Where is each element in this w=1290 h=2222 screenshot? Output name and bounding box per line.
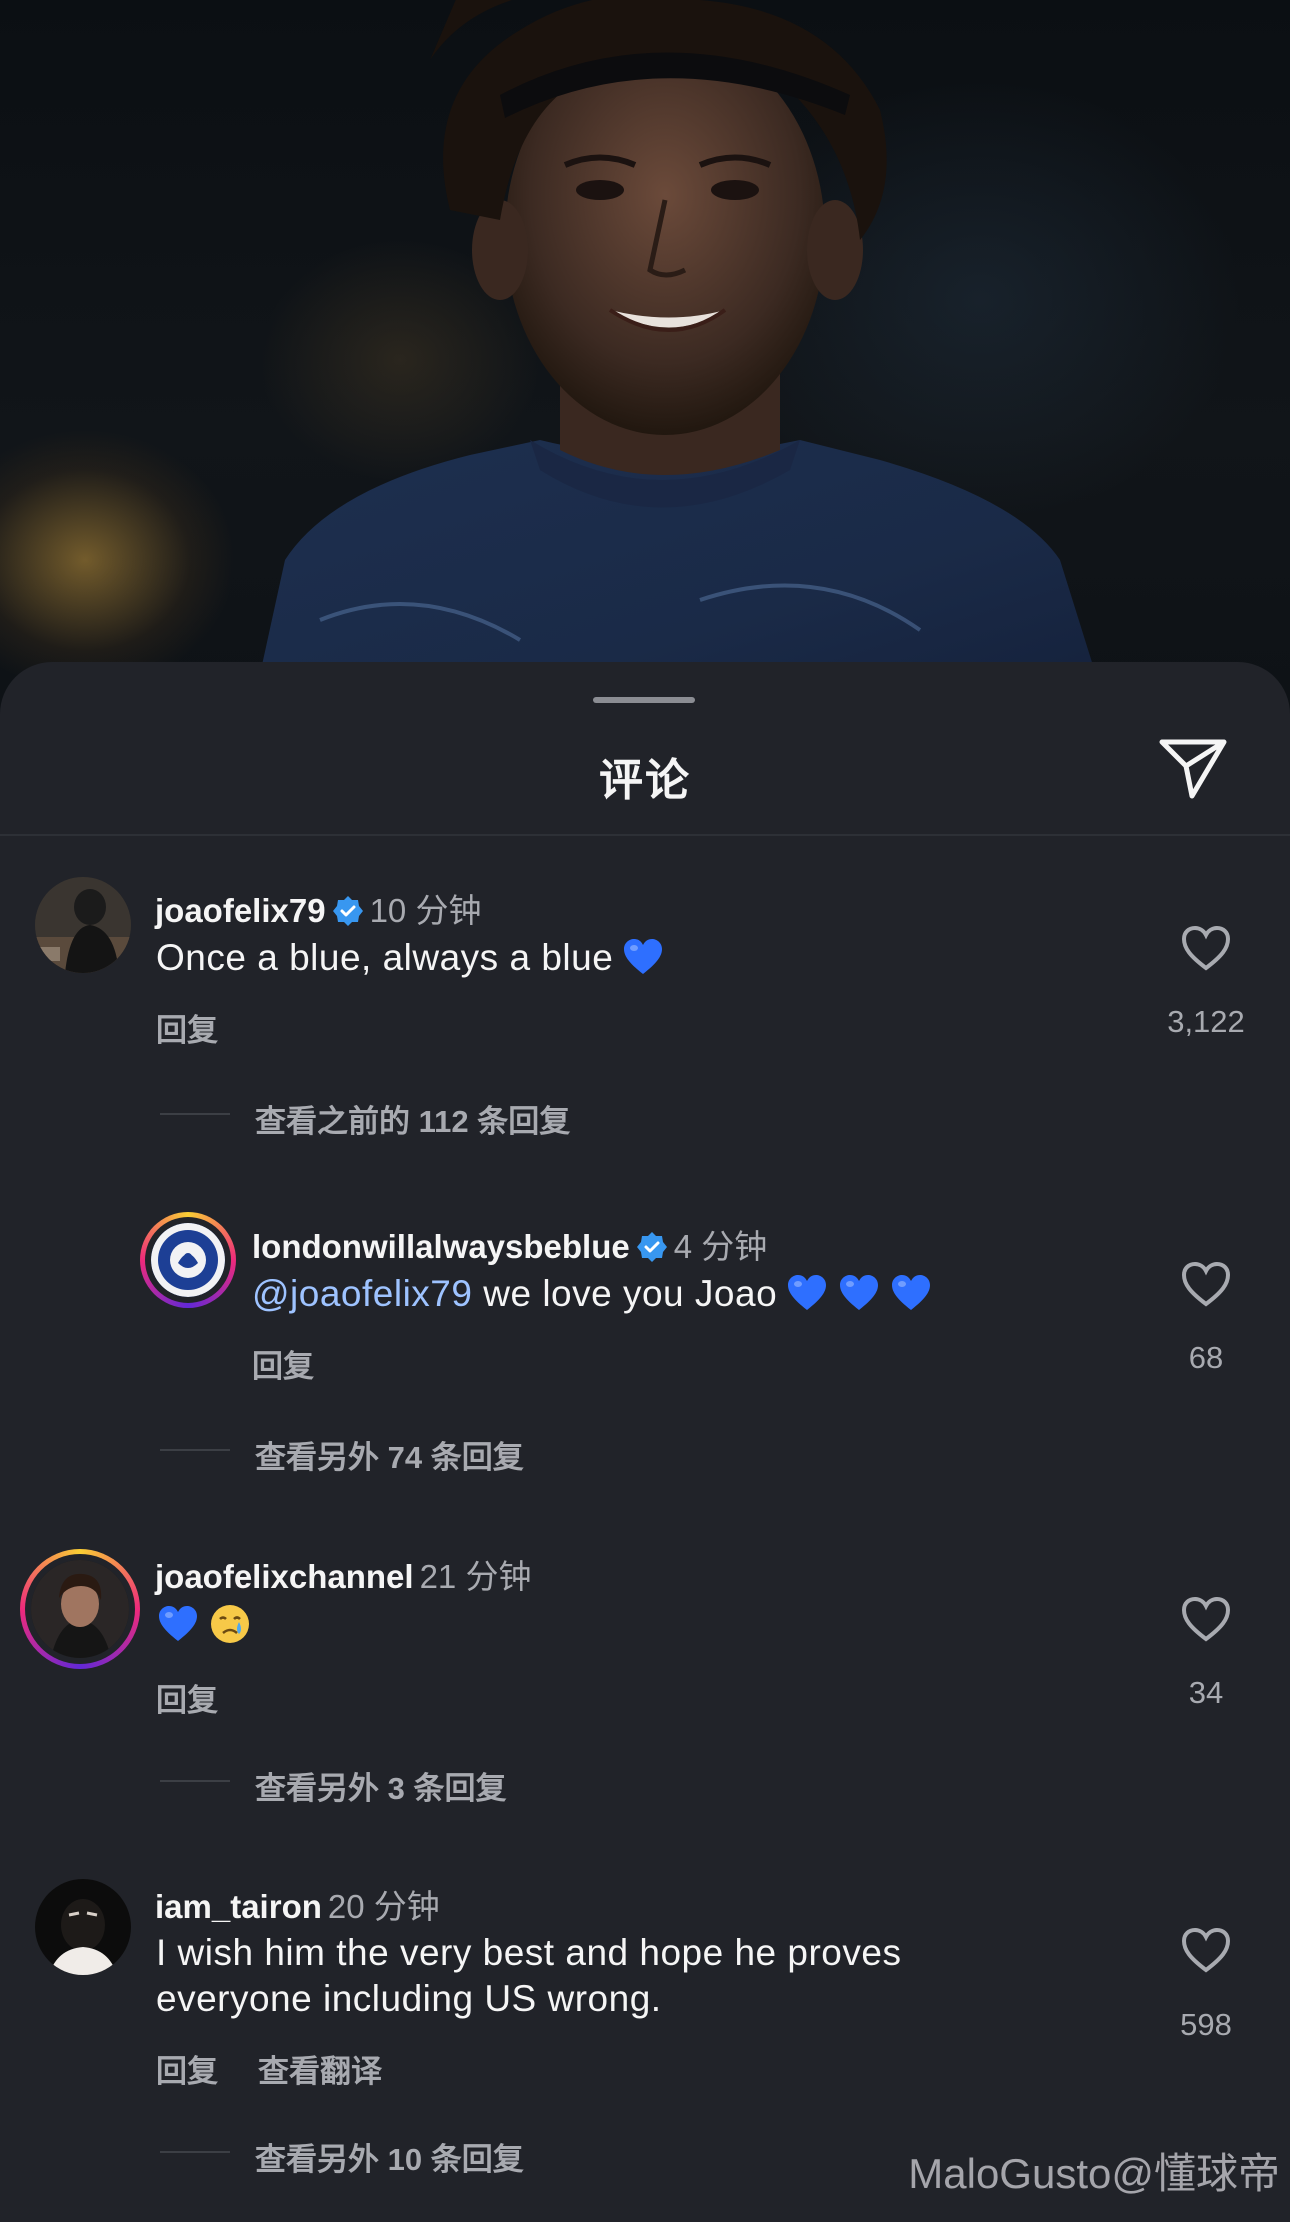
comment-text: @joaofelix79 we love you Joao bbox=[252, 1271, 933, 1317]
verified-badge-icon bbox=[332, 896, 363, 926]
drag-handle[interactable] bbox=[593, 697, 695, 703]
blue-heart-emoji-icon bbox=[788, 1275, 827, 1310]
comments-sheet: 评论 joaofelix79 10 分钟 Once a blue, always … bbox=[0, 662, 1290, 2222]
view-more-replies[interactable]: 查看另外 10 条回复 bbox=[255, 2134, 524, 2179]
comment-text bbox=[156, 1602, 252, 1648]
comment-meta: londonwillalwaysbeblue 4 分钟 bbox=[252, 1220, 767, 1268]
blue-heart-emoji-icon bbox=[624, 939, 663, 974]
reply-button[interactable]: 回复 bbox=[156, 2054, 218, 2089]
comment-time: 20 分钟 bbox=[327, 1888, 440, 1925]
avatar[interactable] bbox=[35, 1879, 131, 1975]
comment-actions: 回复 查看翻译 bbox=[156, 2046, 382, 2091]
blue-heart-emoji-icon bbox=[840, 1275, 879, 1310]
view-more-replies[interactable]: 查看另外 3 条回复 bbox=[255, 1763, 506, 1808]
heart-icon[interactable] bbox=[1180, 924, 1232, 972]
comment-body-line: I wish him the very best and hope he pro… bbox=[156, 1932, 902, 1973]
sheet-title: 评论 bbox=[599, 756, 691, 805]
post-photo bbox=[0, 0, 1290, 720]
comment-username[interactable]: joaofelix79 bbox=[155, 892, 326, 929]
avatar[interactable] bbox=[20, 1549, 140, 1669]
comment-actions: 回复 bbox=[156, 1005, 218, 1050]
reply-button[interactable]: 回复 bbox=[156, 1013, 218, 1048]
header-divider bbox=[0, 834, 1290, 836]
more-line bbox=[160, 1113, 230, 1115]
comment-body-line: everyone including US wrong. bbox=[156, 1978, 662, 2019]
comment-meta: joaofelixchannel 21 分钟 bbox=[155, 1550, 531, 1598]
heart-icon[interactable] bbox=[1180, 1926, 1232, 1974]
reply-button[interactable]: 回复 bbox=[252, 1349, 314, 1384]
crying-face-emoji-icon bbox=[211, 1605, 249, 1643]
like-count: 3,122 bbox=[1167, 1004, 1245, 1039]
view-more-replies[interactable]: 查看之前的 112 条回复 bbox=[255, 1096, 570, 1141]
mention-link[interactable]: @joaofelix79 bbox=[252, 1273, 472, 1314]
comment-body: Once a blue, always a blue bbox=[156, 937, 614, 978]
comment-meta: joaofelix79 10 分钟 bbox=[155, 884, 481, 932]
share-icon[interactable] bbox=[1158, 736, 1228, 800]
blue-heart-emoji-icon bbox=[159, 1606, 197, 1641]
view-more-replies[interactable]: 查看另外 74 条回复 bbox=[255, 1432, 524, 1477]
comment-actions: 回复 bbox=[252, 1341, 314, 1386]
more-line bbox=[160, 1780, 230, 1782]
like-count: 34 bbox=[1188, 1675, 1224, 1710]
comment-time: 10 分钟 bbox=[369, 892, 482, 929]
comment-meta: iam_tairon 20 分钟 bbox=[155, 1880, 440, 1928]
comment-time: 21 分钟 bbox=[419, 1558, 532, 1595]
verified-badge-icon bbox=[636, 1232, 667, 1262]
comment-username[interactable]: joaofelixchannel bbox=[155, 1558, 414, 1595]
more-line bbox=[160, 2151, 230, 2153]
see-translation-button[interactable]: 查看翻译 bbox=[258, 2054, 382, 2089]
avatar[interactable] bbox=[140, 1212, 236, 1308]
watermark: MaloGusto@懂球帝 bbox=[908, 2150, 1280, 2197]
comment-body: we love you Joao bbox=[472, 1273, 778, 1314]
like-count: 598 bbox=[1180, 2007, 1232, 2042]
heart-icon[interactable] bbox=[1180, 1260, 1232, 1308]
like-count: 68 bbox=[1188, 1340, 1224, 1375]
blue-heart-emoji-icon bbox=[892, 1275, 931, 1310]
comment-username[interactable]: londonwillalwaysbeblue bbox=[252, 1228, 630, 1265]
comment-actions: 回复 bbox=[156, 1675, 218, 1720]
avatar[interactable] bbox=[35, 877, 131, 973]
heart-icon[interactable] bbox=[1180, 1595, 1232, 1643]
comment-text: Once a blue, always a blue bbox=[156, 935, 665, 981]
comment-time: 4 分钟 bbox=[673, 1228, 768, 1265]
more-line bbox=[160, 1449, 230, 1451]
comment-text: I wish him the very best and hope he pro… bbox=[156, 1930, 901, 2022]
reply-button[interactable]: 回复 bbox=[156, 1683, 218, 1718]
comment-username[interactable]: iam_tairon bbox=[155, 1888, 322, 1925]
